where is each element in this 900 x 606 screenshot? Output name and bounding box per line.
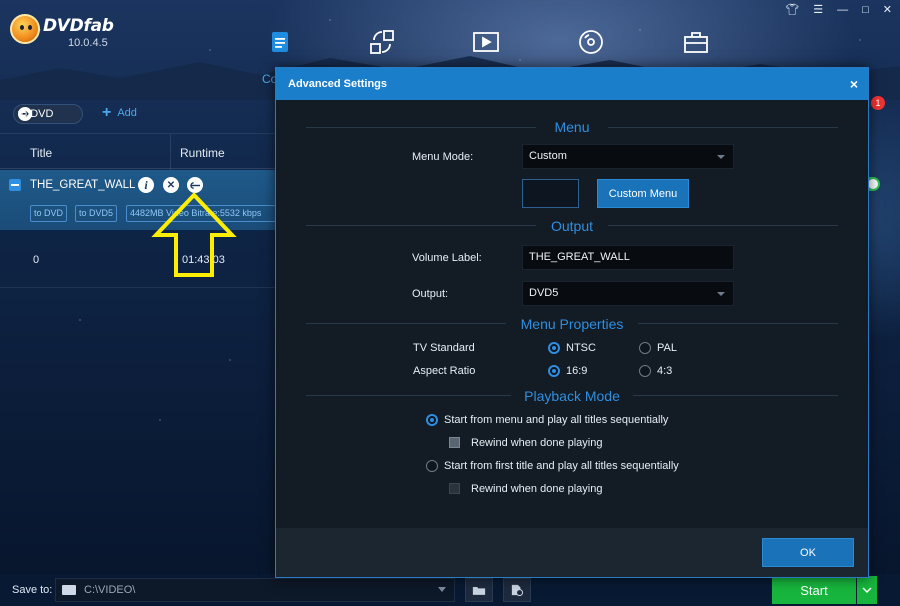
video-icon[interactable] <box>472 28 500 56</box>
start-options-button[interactable] <box>857 576 877 604</box>
dialog-body: Menu Menu Mode: Custom Custom Menu Outpu… <box>276 100 868 528</box>
ntsc-label: NTSC <box>566 342 596 354</box>
column-runtime: Runtime <box>180 146 225 160</box>
start-button[interactable]: Start <box>772 576 856 604</box>
tag-to-dvd5[interactable]: to DVD5 <box>75 205 118 222</box>
radio-ntsc[interactable] <box>548 342 560 354</box>
bottom-bar: Save to: C:\VIDEO\ Start <box>0 574 900 606</box>
section-title-menu: Menu <box>554 119 590 135</box>
dialog-footer: OK <box>276 528 868 577</box>
menu-preview-thumbnail[interactable] <box>522 179 579 208</box>
radio-pal[interactable] <box>639 342 651 354</box>
rewind-checkbox-2[interactable] <box>449 483 460 494</box>
title-checkbox[interactable] <box>9 179 21 191</box>
rewind-label-2: Rewind when done playing <box>471 483 603 495</box>
start-from-first-title-label: Start from first title and play all titl… <box>444 460 679 472</box>
row-number: 0 <box>33 254 40 266</box>
radio-16-9[interactable] <box>548 365 560 377</box>
radio-start-from-first-title[interactable] <box>426 460 438 472</box>
close-icon[interactable]: ✕ <box>883 4 892 18</box>
aspect-ratio-label: Aspect Ratio <box>413 365 476 377</box>
title-name: THE_GREAT_WALL <box>30 179 136 191</box>
browse-folder-button[interactable] <box>465 578 493 602</box>
section-title-menu-properties: Menu Properties <box>520 316 624 332</box>
callout-arrow-icon <box>151 192 237 277</box>
converter-icon[interactable] <box>368 28 396 56</box>
chevron-down-icon <box>717 155 725 159</box>
maximize-icon[interactable]: □ <box>862 4 869 18</box>
aspect-16-9-label: 16:9 <box>566 365 588 377</box>
radio-start-from-menu[interactable] <box>426 414 438 426</box>
app-version: 10.0.4.5 <box>68 37 108 49</box>
rewind-checkbox-1[interactable] <box>449 437 460 448</box>
output-value: DVD5 <box>529 287 559 299</box>
toolbox-icon[interactable] <box>682 28 710 56</box>
volume-label-input[interactable]: THE_GREAT_WALL <box>522 245 734 270</box>
logo-mascot-icon <box>10 14 40 44</box>
ok-button[interactable]: OK <box>762 538 854 567</box>
copy-icon[interactable] <box>266 28 294 56</box>
to-dvd-button[interactable]: ➜ to DVD <box>13 104 83 124</box>
top-nav <box>262 28 722 58</box>
output-select[interactable]: DVD5 <box>522 281 734 306</box>
output-label: Output: <box>412 288 449 300</box>
pal-label: PAL <box>657 342 677 354</box>
plus-icon: + <box>102 104 112 121</box>
disc-icon[interactable] <box>577 28 605 56</box>
rewind-label-1: Rewind when done playing <box>471 437 603 449</box>
volume-label-label: Volume Label: <box>412 252 482 264</box>
start-from-menu-label: Start from menu and play all titles sequ… <box>444 414 669 426</box>
iso-folder-button[interactable] <box>503 578 531 602</box>
save-path-field[interactable]: C:\VIDEO\ <box>55 578 455 602</box>
add-label: Add <box>117 107 137 119</box>
advanced-settings-dialog: Advanced Settings × Menu Menu Mode: Cust… <box>275 67 869 578</box>
add-button[interactable]: + Add <box>102 104 137 121</box>
shirt-icon[interactable]: 👕︎ <box>785 4 799 18</box>
folder-icon <box>62 585 76 595</box>
tv-standard-label: TV Standard <box>413 342 475 354</box>
chevron-down-icon <box>717 292 725 296</box>
volume-label-value: THE_GREAT_WALL <box>529 251 630 263</box>
dialog-title: Advanced Settings <box>288 78 388 90</box>
column-divider <box>170 134 171 170</box>
chevron-down-icon <box>862 587 872 594</box>
section-title-output: Output <box>550 218 594 234</box>
notification-badge[interactable]: 1 <box>871 96 885 110</box>
radio-4-3[interactable] <box>639 365 651 377</box>
table-header: Title Runtime <box>0 133 275 170</box>
app-logo: DVDfab 10.0.4.5 <box>10 12 130 52</box>
save-to-label: Save to: <box>12 584 53 596</box>
minimize-icon[interactable]: — <box>837 4 848 18</box>
menu-mode-label: Menu Mode: <box>412 151 474 163</box>
save-path-value: C:\VIDEO\ <box>84 584 136 596</box>
custom-menu-button[interactable]: Custom Menu <box>597 179 689 208</box>
dropdown-icon[interactable]: ☰ <box>813 4 823 18</box>
disc-file-icon <box>511 584 524 596</box>
chevron-down-icon[interactable] <box>438 587 446 592</box>
column-title: Title <box>30 146 53 160</box>
menu-mode-value: Custom <box>529 150 567 162</box>
window-controls: 👕︎ ☰ — □ ✕ <box>782 4 892 18</box>
dialog-header: Advanced Settings × <box>276 68 868 100</box>
dialog-close-icon[interactable]: × <box>850 76 858 92</box>
aspect-4-3-label: 4:3 <box>657 365 673 377</box>
to-dvd-label: to DVD <box>18 108 54 120</box>
menu-mode-select[interactable]: Custom <box>522 144 734 169</box>
tag-to-dvd[interactable]: to DVD <box>30 205 68 222</box>
app-name: DVDfab <box>43 16 114 36</box>
folder-open-icon <box>472 586 486 595</box>
section-title-playback-mode: Playback Mode <box>524 388 620 404</box>
